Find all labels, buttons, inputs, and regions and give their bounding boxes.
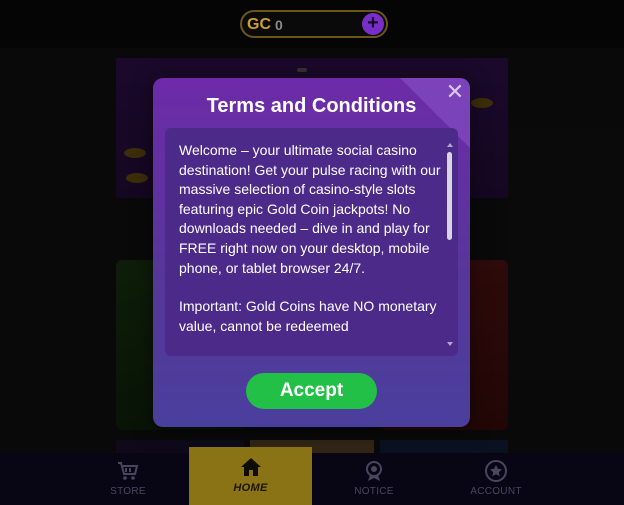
- terms-scroll-area[interactable]: Welcome – your ultimate social casino de…: [165, 128, 458, 356]
- nav-label: ACCOUNT: [470, 486, 522, 497]
- dialog-title: Terms and Conditions: [206, 95, 417, 117]
- star-badge-icon: [485, 460, 507, 482]
- currency-label: GC: [247, 16, 271, 33]
- accept-button[interactable]: Accept: [246, 373, 377, 409]
- scroll-up-icon[interactable]: [447, 143, 453, 147]
- nav-item-account[interactable]: ACCOUNT: [434, 453, 558, 505]
- nav-item-home[interactable]: HOME: [189, 447, 312, 505]
- nav-label: HOME: [233, 482, 268, 494]
- gold-coin-balance: GC 0 +: [240, 10, 388, 38]
- cart-icon: [118, 462, 139, 480]
- home-icon: [240, 458, 261, 476]
- currency-value: 0: [275, 17, 283, 33]
- terms-text: Welcome – your ultimate social casino de…: [179, 141, 441, 355]
- nav-label: STORE: [110, 486, 146, 497]
- medal-icon: [366, 461, 382, 481]
- plus-icon[interactable]: +: [362, 13, 384, 35]
- terms-paragraph: Welcome – your ultimate social casino de…: [179, 142, 441, 276]
- nav-label: NOTICE: [354, 486, 394, 497]
- scroll-down-icon[interactable]: [447, 342, 453, 346]
- terms-dialog: Terms and Conditions ✕ Welcome – your ul…: [153, 78, 470, 427]
- scrollbar[interactable]: [447, 140, 453, 346]
- terms-paragraph: Important: Gold Coins have NO monetary v…: [179, 298, 437, 334]
- nav-item-notice[interactable]: NOTICE: [312, 453, 436, 505]
- bottom-nav: STORE HOME NOTICE ACCOUNT: [0, 447, 624, 505]
- close-icon[interactable]: ✕: [444, 81, 466, 104]
- nav-item-store[interactable]: STORE: [66, 453, 190, 505]
- scrollbar-thumb[interactable]: [447, 152, 452, 240]
- top-bar: GC 0 +: [0, 0, 624, 48]
